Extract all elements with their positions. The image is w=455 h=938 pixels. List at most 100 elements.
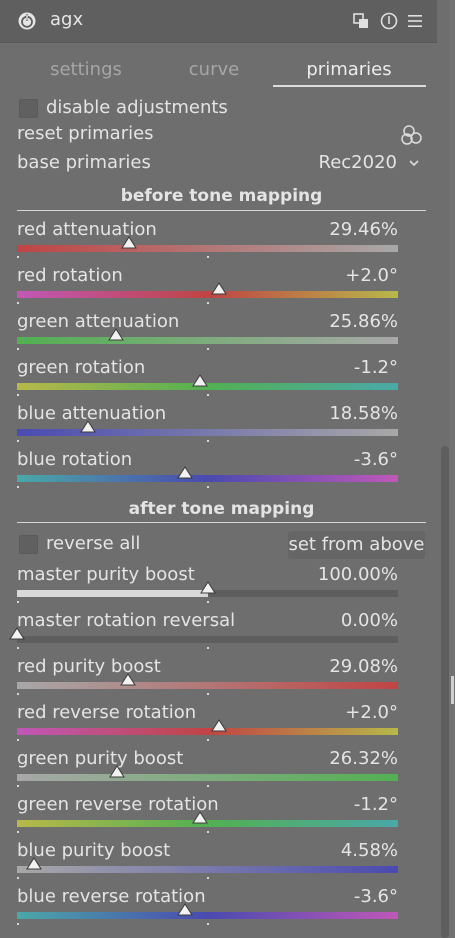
blue-purity-boost-value[interactable]: 4.58% bbox=[341, 840, 398, 861]
section-title-after: after tone mapping bbox=[128, 499, 315, 519]
slider-tick bbox=[207, 302, 209, 304]
green-attenuation-value[interactable]: 25.86% bbox=[329, 311, 398, 332]
blue-attenuation-slider[interactable] bbox=[17, 429, 398, 436]
module-tabs: settings curve primaries bbox=[0, 54, 437, 90]
green-rotation-value[interactable]: -1.2° bbox=[354, 357, 398, 378]
slider-tick bbox=[17, 785, 19, 787]
reverse-all-checkbox[interactable] bbox=[19, 535, 38, 554]
scrollbar[interactable] bbox=[441, 446, 449, 938]
slider-tick bbox=[17, 486, 19, 488]
red-rotation-slider[interactable] bbox=[17, 291, 398, 298]
red-rotation-value[interactable]: +2.0° bbox=[345, 265, 398, 286]
green-attenuation-handle[interactable] bbox=[108, 328, 124, 341]
reset-primaries-label: reset primaries bbox=[17, 123, 154, 144]
master-rotation-reversal-handle[interactable] bbox=[9, 627, 25, 640]
slider-tick bbox=[207, 877, 209, 879]
base-primaries-label: base primaries bbox=[17, 152, 151, 173]
slider-tick bbox=[17, 647, 19, 649]
blue-reverse-rotation-handle[interactable] bbox=[177, 903, 193, 916]
slider-tick bbox=[17, 601, 19, 603]
red-purity-boost-handle[interactable] bbox=[120, 673, 136, 686]
slider-tick bbox=[207, 394, 209, 396]
red-attenuation-handle[interactable] bbox=[121, 236, 137, 249]
blue-reverse-rotation-value[interactable]: -3.6° bbox=[354, 886, 398, 907]
green-rotation-label: green rotation bbox=[17, 357, 146, 378]
slider-tick bbox=[207, 739, 209, 741]
red-purity-boost-value[interactable]: 29.08% bbox=[329, 656, 398, 677]
active-tab-indicator bbox=[273, 85, 426, 87]
red-purity-boost-slider[interactable] bbox=[17, 682, 398, 689]
slider-tick bbox=[17, 348, 19, 350]
blue-rotation-value[interactable]: -3.6° bbox=[354, 449, 398, 470]
chevron-down-icon[interactable] bbox=[408, 157, 420, 169]
master-rotation-reversal-value[interactable]: 0.00% bbox=[341, 610, 398, 631]
blue-rotation-slider[interactable] bbox=[17, 475, 398, 482]
slider-tick bbox=[207, 256, 209, 258]
panel-edge bbox=[449, 0, 455, 938]
blue-rotation-handle[interactable] bbox=[177, 466, 193, 479]
slider-tick bbox=[207, 923, 209, 925]
reverse-all-label[interactable]: reverse all bbox=[46, 533, 140, 554]
slider-tick bbox=[17, 394, 19, 396]
base-primaries-value[interactable]: Rec2020 bbox=[319, 152, 397, 173]
green-reverse-rotation-handle[interactable] bbox=[192, 811, 208, 824]
multi-instance-icon[interactable] bbox=[352, 11, 372, 31]
green-purity-boost-handle[interactable] bbox=[109, 765, 125, 778]
slider-tick bbox=[207, 831, 209, 833]
slider-tick bbox=[17, 923, 19, 925]
slider-tick bbox=[17, 302, 19, 304]
green-reverse-rotation-value[interactable]: -1.2° bbox=[354, 794, 398, 815]
red-reverse-rotation-value[interactable]: +2.0° bbox=[345, 702, 398, 723]
power-icon[interactable] bbox=[17, 11, 37, 31]
blue-purity-boost-handle[interactable] bbox=[26, 857, 42, 870]
blue-attenuation-handle[interactable] bbox=[80, 420, 96, 433]
green-purity-boost-value[interactable]: 26.32% bbox=[329, 748, 398, 769]
green-purity-boost-slider[interactable] bbox=[17, 774, 398, 781]
blue-purity-boost-slider[interactable] bbox=[17, 866, 398, 873]
slider-tick bbox=[17, 256, 19, 258]
set-from-above-button[interactable]: set from above bbox=[288, 531, 425, 559]
red-attenuation-slider[interactable] bbox=[17, 245, 398, 252]
red-reverse-rotation-slider[interactable] bbox=[17, 728, 398, 735]
slider-tick bbox=[17, 693, 19, 695]
red-purity-boost-label: red purity boost bbox=[17, 656, 161, 677]
master-rotation-reversal-slider[interactable] bbox=[17, 636, 398, 643]
green-rotation-handle[interactable] bbox=[192, 374, 208, 387]
slider-tick bbox=[17, 440, 19, 442]
red-reverse-rotation-handle[interactable] bbox=[211, 719, 227, 732]
slider-tick bbox=[207, 785, 209, 787]
blue-reverse-rotation-slider[interactable] bbox=[17, 912, 398, 919]
disable-adjustments-label[interactable]: disable adjustments bbox=[46, 97, 228, 118]
master-rotation-reversal-label: master rotation reversal bbox=[17, 610, 236, 631]
section-divider bbox=[17, 210, 426, 211]
slider-tick bbox=[17, 739, 19, 741]
red-reverse-rotation-label: red reverse rotation bbox=[17, 702, 197, 723]
slider-tick bbox=[207, 647, 209, 649]
color-picker-icon[interactable] bbox=[400, 123, 424, 147]
module-header: agx bbox=[0, 0, 437, 43]
slider-tick bbox=[17, 877, 19, 879]
module-title: agx bbox=[50, 9, 84, 30]
master-purity-boost-handle[interactable] bbox=[200, 581, 216, 594]
green-purity-boost-label: green purity boost bbox=[17, 748, 184, 769]
disable-adjustments-checkbox[interactable] bbox=[19, 99, 38, 118]
red-rotation-handle[interactable] bbox=[211, 282, 227, 295]
slider-tick bbox=[207, 601, 209, 603]
tab-primaries[interactable]: primaries bbox=[274, 59, 424, 80]
red-attenuation-value[interactable]: 29.46% bbox=[329, 219, 398, 240]
master-purity-boost-label: master purity boost bbox=[17, 564, 195, 585]
presets-icon[interactable] bbox=[405, 11, 425, 31]
slider-tick bbox=[207, 486, 209, 488]
blue-attenuation-value[interactable]: 18.58% bbox=[329, 403, 398, 424]
section-divider bbox=[17, 522, 426, 523]
reset-icon[interactable] bbox=[379, 11, 399, 31]
section-title-before: before tone mapping bbox=[120, 186, 323, 206]
green-attenuation-label: green attenuation bbox=[17, 311, 180, 332]
tab-curve[interactable]: curve bbox=[139, 59, 289, 80]
green-attenuation-slider[interactable] bbox=[17, 337, 398, 344]
slider-tick bbox=[207, 348, 209, 350]
panel-resize-handle[interactable] bbox=[451, 676, 454, 704]
slider-tick bbox=[207, 693, 209, 695]
blue-rotation-label: blue rotation bbox=[17, 449, 133, 470]
master-purity-boost-value[interactable]: 100.00% bbox=[318, 564, 398, 585]
